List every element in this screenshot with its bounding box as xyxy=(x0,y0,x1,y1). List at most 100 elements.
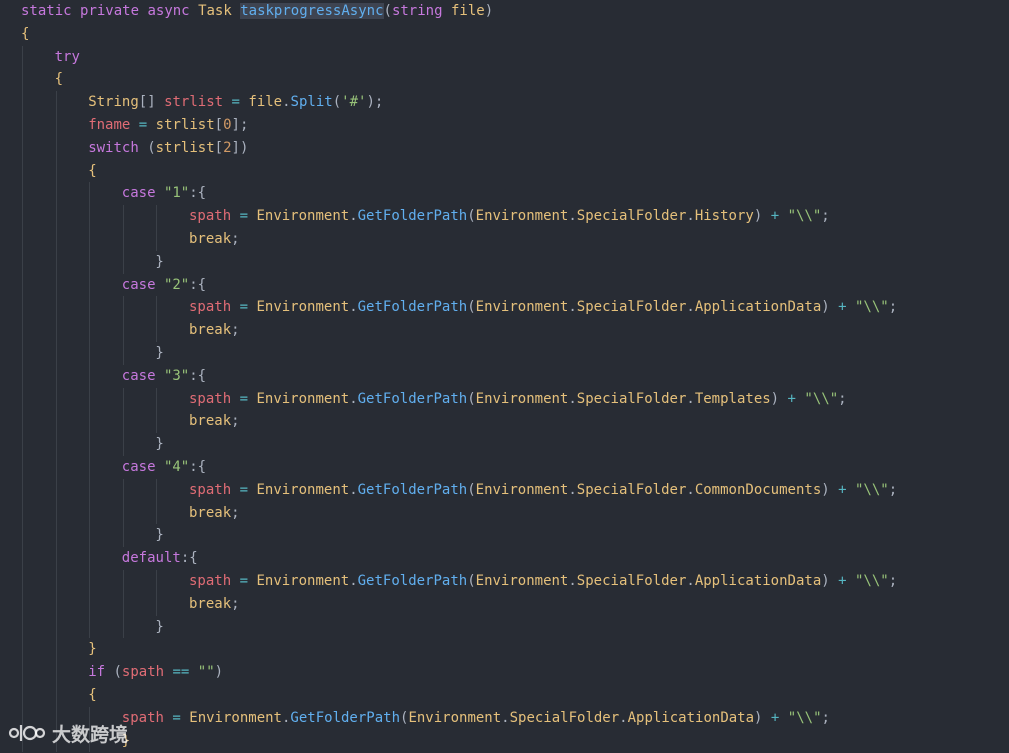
code-token: + xyxy=(838,299,847,316)
code-line: } xyxy=(155,433,163,456)
code-line: } xyxy=(155,342,163,365)
code-token: "4" xyxy=(163,459,190,475)
code-token: ( xyxy=(383,3,392,19)
code-token: ]) xyxy=(231,139,249,156)
code-token: strlist xyxy=(164,94,224,111)
code-line: } xyxy=(155,616,163,639)
code-token: GetFolderPath xyxy=(357,573,468,589)
code-token: . xyxy=(686,299,695,316)
brand-logo-icon xyxy=(8,721,46,745)
code-token: fname xyxy=(88,117,131,133)
indent-guide xyxy=(55,91,57,753)
code-line: switch (strlist[2]) xyxy=(88,137,248,160)
indent-guide xyxy=(156,478,158,525)
code-token: . xyxy=(349,299,358,316)
code-token: ; xyxy=(888,481,898,498)
code-token: case xyxy=(121,459,156,475)
code-token: + xyxy=(787,390,796,407)
code-token: = xyxy=(239,208,249,225)
code-token: ; xyxy=(888,299,898,316)
code-token: Split xyxy=(290,94,333,111)
code-token: } xyxy=(155,253,164,270)
code-token: ; xyxy=(231,504,240,521)
code-token: Environment xyxy=(475,390,569,407)
code-token: case xyxy=(121,185,156,202)
indent-guide xyxy=(156,296,158,342)
code-token: History xyxy=(694,208,754,225)
code-token: ; xyxy=(821,709,830,726)
code-line: spath = Environment.GetFolderPath(Enviro… xyxy=(189,296,897,319)
code-token: . xyxy=(568,390,577,407)
code-token: GetFolderPath xyxy=(357,208,468,225)
code-token: private xyxy=(80,3,140,19)
code-token: GetFolderPath xyxy=(357,481,468,498)
code-line: spath = Environment.GetFolderPath(Enviro… xyxy=(189,388,847,411)
indent-guide xyxy=(22,45,23,753)
code-token: ) xyxy=(821,573,839,589)
code-line: fname = strlist[0]; xyxy=(88,114,248,137)
code-line: { xyxy=(88,684,96,707)
code-token: GetFolderPath xyxy=(357,299,468,316)
code-token: . xyxy=(686,481,695,498)
code-token: ) xyxy=(821,481,839,498)
code-token: ; xyxy=(231,413,240,430)
code-line: } xyxy=(155,524,163,547)
code-token: try xyxy=(54,48,80,65)
code-token: Task xyxy=(198,3,232,19)
code-token: ]; xyxy=(231,117,249,133)
code-token: Environment xyxy=(475,299,569,316)
code-token: SpecialFolder xyxy=(576,573,687,589)
code-token: ( xyxy=(467,208,476,225)
code-token: } xyxy=(155,436,164,453)
code-token: SpecialFolder xyxy=(576,390,687,407)
code-token: { xyxy=(54,71,64,88)
code-token: spath xyxy=(189,481,232,498)
code-token: = xyxy=(239,299,249,316)
code-token: "\\" xyxy=(787,208,822,225)
code-token: ; xyxy=(888,573,898,589)
code-line: try xyxy=(55,46,80,69)
code-token: . xyxy=(349,573,358,589)
code-token: GetFolderPath xyxy=(290,709,400,726)
code-token: ( xyxy=(138,139,156,156)
code-token: if xyxy=(88,664,106,681)
code-line: spath = Environment.GetFolderPath(Enviro… xyxy=(189,570,897,593)
code-token: "\\" xyxy=(854,299,889,316)
code-token: [ xyxy=(214,139,224,156)
code-token: } xyxy=(88,641,97,658)
code-token: ) xyxy=(770,390,788,407)
code-token: ; xyxy=(821,208,830,225)
code-token: = xyxy=(239,481,249,498)
code-token: [] xyxy=(138,94,156,111)
code-token: "2" xyxy=(163,276,190,293)
code-line: break; xyxy=(189,410,240,433)
code-token: switch xyxy=(88,139,139,156)
code-line: default:{ xyxy=(122,547,198,570)
code-token: + xyxy=(838,481,847,498)
code-token: ) xyxy=(753,208,771,225)
indent-guide xyxy=(122,478,124,548)
code-token: spath xyxy=(189,390,232,407)
code-editor[interactable]: static private async Task taskprogressAs… xyxy=(0,0,1009,753)
code-token: ) xyxy=(754,709,771,726)
code-token: . xyxy=(568,481,577,498)
code-line: break; xyxy=(189,502,240,525)
code-token: CommonDocuments xyxy=(694,481,822,498)
code-line: case "4":{ xyxy=(122,456,206,479)
code-token: Templates xyxy=(694,390,771,407)
code-token: static xyxy=(21,3,72,19)
code-token: . xyxy=(686,208,695,225)
code-token: == xyxy=(172,664,190,681)
code-token: spath xyxy=(189,299,232,316)
indent-guide xyxy=(122,296,124,365)
code-token: file xyxy=(450,3,485,19)
code-line: } xyxy=(88,638,96,661)
